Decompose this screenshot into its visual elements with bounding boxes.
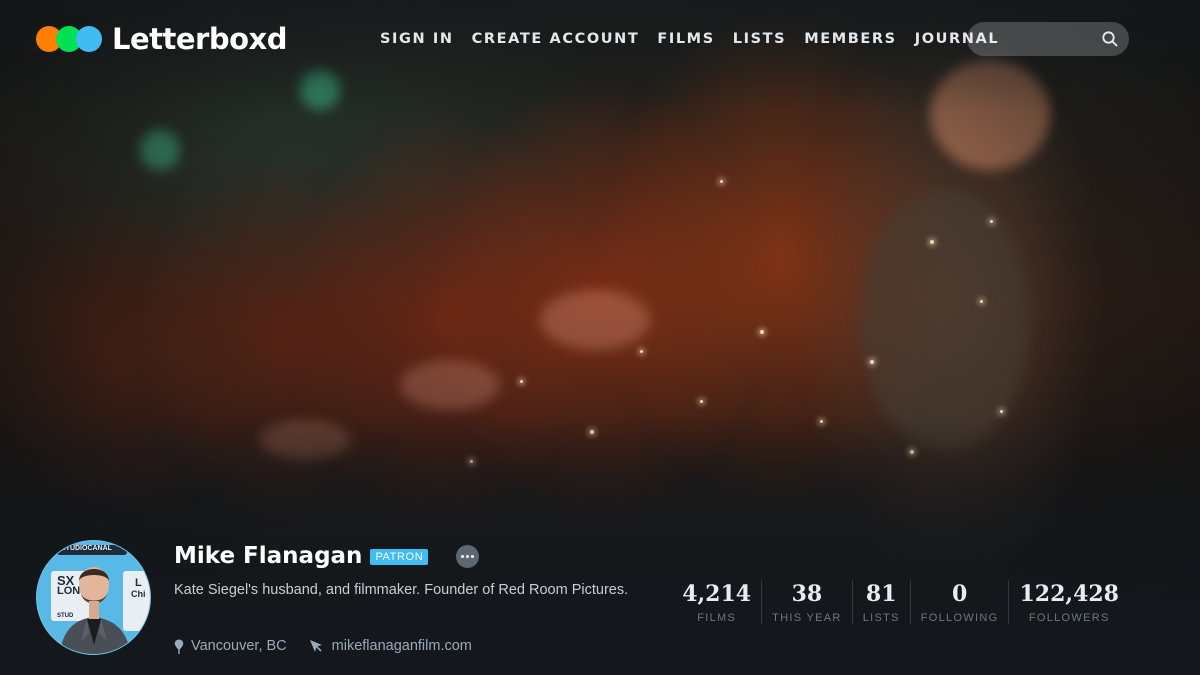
logo-dot-blue bbox=[76, 26, 102, 52]
stat-label: THIS YEAR bbox=[772, 612, 842, 624]
profile-stats: 4,214 FILMS 38 THIS YEAR 81 LISTS 0 FOLL… bbox=[672, 580, 1129, 624]
profile-backdrop bbox=[0, 0, 1200, 675]
stat-following[interactable]: 0 FOLLOWING bbox=[909, 580, 1009, 624]
stat-value: 122,428 bbox=[1019, 581, 1119, 607]
logo-wordmark: Letterboxd bbox=[112, 22, 288, 56]
search-icon[interactable] bbox=[1101, 30, 1119, 48]
patron-badge[interactable]: PATRON bbox=[370, 549, 429, 565]
nav-sign-in[interactable]: SIGN IN bbox=[380, 31, 454, 47]
letterboxd-logo[interactable]: Letterboxd bbox=[36, 22, 288, 56]
stat-value: 38 bbox=[791, 581, 823, 607]
stat-label: FOLLOWERS bbox=[1028, 612, 1110, 624]
more-options-button[interactable] bbox=[456, 544, 480, 568]
profile-name-row: Mike Flanagan PATRON bbox=[174, 543, 480, 569]
person-figure bbox=[59, 567, 131, 654]
site-header: Letterboxd SIGN IN CREATE ACCOUNT FILMS … bbox=[0, 0, 1200, 80]
profile-meta: Vancouver, BC mikeflanaganfilm.com bbox=[174, 638, 472, 654]
main-nav: SIGN IN CREATE ACCOUNT FILMS LISTS MEMBE… bbox=[380, 31, 1017, 47]
search-input[interactable] bbox=[967, 22, 1092, 56]
stat-this-year[interactable]: 38 THIS YEAR bbox=[761, 580, 852, 624]
logo-dots-icon bbox=[36, 26, 102, 52]
location-pin-icon bbox=[174, 639, 184, 654]
website-link-icon bbox=[309, 640, 322, 652]
profile-website-link[interactable]: mikeflanaganfilm.com bbox=[332, 638, 472, 654]
nav-films[interactable]: FILMS bbox=[657, 31, 714, 47]
nav-lists[interactable]: LISTS bbox=[733, 31, 786, 47]
stat-label: FOLLOWING bbox=[920, 612, 999, 624]
stat-value: 81 bbox=[865, 581, 897, 607]
ellipsis-icon bbox=[461, 554, 465, 558]
ellipsis-icon bbox=[466, 554, 470, 558]
stat-label: FILMS bbox=[697, 612, 737, 624]
stat-label: LISTS bbox=[862, 612, 900, 624]
profile-name: Mike Flanagan bbox=[174, 543, 363, 569]
nav-members[interactable]: MEMBERS bbox=[804, 31, 897, 47]
profile-location: Vancouver, BC bbox=[191, 638, 287, 654]
profile-avatar[interactable]: STUDIOCANAL SX LON STUD L Chi bbox=[36, 540, 151, 655]
stat-followers[interactable]: 122,428 FOLLOWERS bbox=[1008, 580, 1129, 624]
stat-films[interactable]: 4,214 FILMS bbox=[672, 580, 761, 624]
ellipsis-icon bbox=[471, 554, 475, 558]
nav-create-account[interactable]: CREATE ACCOUNT bbox=[472, 31, 640, 47]
stat-value: 4,214 bbox=[682, 581, 752, 607]
stat-lists[interactable]: 81 LISTS bbox=[851, 580, 910, 624]
stat-value: 0 bbox=[951, 581, 968, 607]
profile-bio: Kate Siegel's husband, and filmmaker. Fo… bbox=[174, 582, 629, 598]
search-box bbox=[967, 22, 1129, 56]
